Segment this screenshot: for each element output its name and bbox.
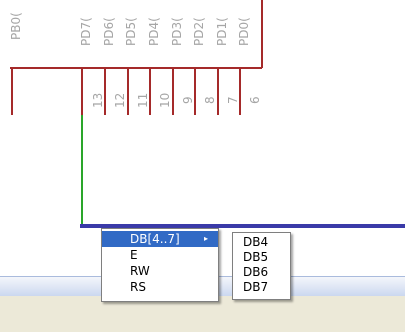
menu-item-e[interactable]: E [102,247,218,263]
menu-item-label: DB[4..7] [130,232,180,246]
submenu-item-db7[interactable]: DB7 [233,280,290,295]
pin-number-12: 12 [113,93,127,108]
pin-number-7: 7 [226,96,240,104]
pin-label-pd2: PD2( [192,17,206,46]
pin-number-9: 9 [181,96,195,104]
submenu: DB4 DB5 DB6 DB7 [232,232,291,300]
pin-number-11: 11 [136,93,150,108]
menu-item-rw[interactable]: RW [102,263,218,279]
submenu-arrow-icon: ▸ [203,234,208,243]
submenu-item-db4[interactable]: DB4 [233,235,290,250]
pin-label-pd1: PD1( [215,17,229,46]
pin-number-6: 6 [248,96,262,104]
pin-number-10: 10 [158,93,172,108]
pin-label-pd3: PD3( [170,17,184,46]
pin-label-pd0: PD0( [237,17,251,46]
menu-item-rs[interactable]: RS [102,279,218,295]
pin-label-pd6: PD6( [102,17,116,46]
menu-item-db4-7[interactable]: DB[4..7] ▸ [102,231,218,247]
submenu-item-db5[interactable]: DB5 [233,250,290,265]
context-menu: DB[4..7] ▸ E RW RS [101,228,219,302]
menu-item-label: E [130,248,138,262]
submenu-item-db6[interactable]: DB6 [233,265,290,280]
pin-label-pd5: PD5( [124,17,138,46]
menu-item-label: RW [130,264,150,278]
pin-number-8: 8 [203,96,217,104]
pin-label-pd7: PD7( [79,17,93,46]
pin-label-pb0: PB0( [9,12,23,40]
pin-label-pd4: PD4( [147,17,161,46]
menu-item-label: RS [130,280,146,294]
pin-number-13: 13 [91,93,105,108]
